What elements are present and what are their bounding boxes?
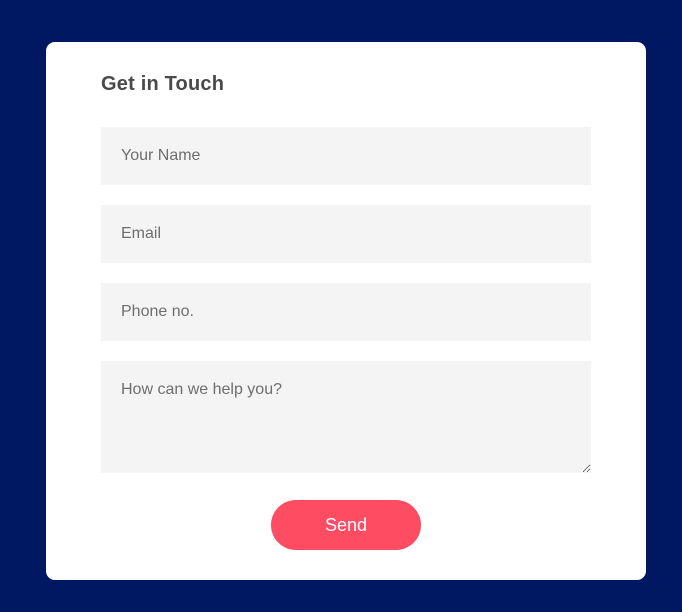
send-button[interactable]: Send	[271, 500, 421, 550]
form-title: Get in Touch	[101, 73, 225, 95]
name-input[interactable]	[101, 127, 591, 185]
send-button-container: Send	[101, 500, 591, 550]
email-input[interactable]	[101, 205, 591, 263]
contact-form-card: Get in Touch Send	[46, 42, 646, 580]
phone-input[interactable]	[101, 283, 591, 341]
message-textarea[interactable]	[101, 361, 591, 473]
